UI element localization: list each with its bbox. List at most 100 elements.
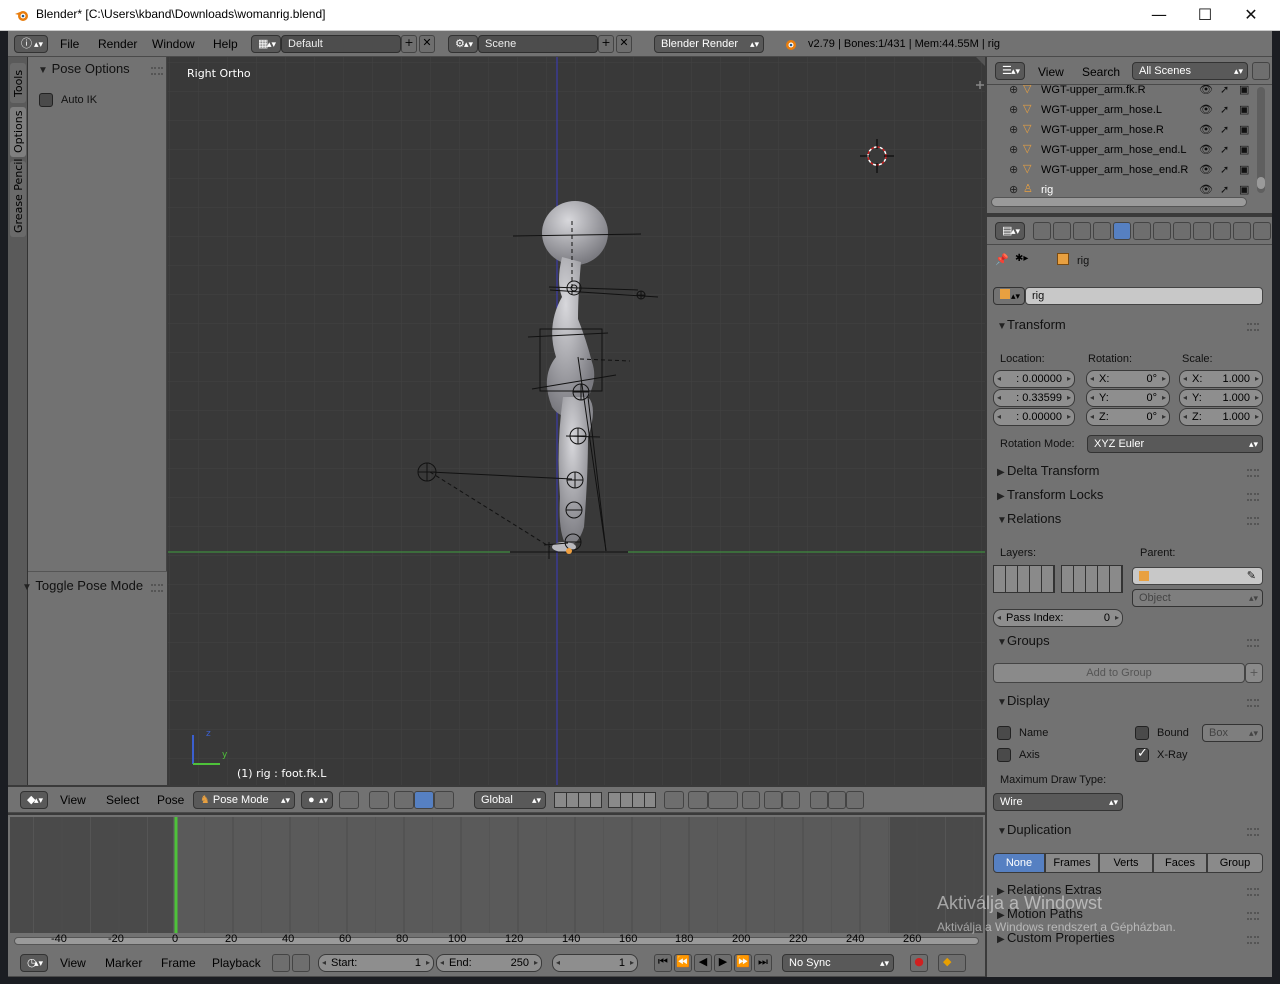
play-icon[interactable]: ▶ <box>714 954 732 972</box>
menu-view[interactable]: View <box>1038 65 1064 79</box>
render-tab-icon[interactable] <box>1033 222 1051 240</box>
scale-manipulator-icon[interactable] <box>434 791 454 809</box>
toggle-pose-mode-header[interactable]: ▼ Toggle Pose Mode <box>22 578 163 600</box>
drag-grip-icon[interactable] <box>151 584 163 592</box>
drag-grip-icon[interactable] <box>1247 912 1259 920</box>
drag-grip-icon[interactable] <box>1247 639 1259 647</box>
outliner-row[interactable]: ⊕ ▽ WGT-upper_arm.fk.R 👁 ➚ ▣ <box>987 85 1257 101</box>
location-field[interactable]: ◂: 0.33599 ▸ <box>993 389 1075 407</box>
object-name-field[interactable]: rig <box>1025 287 1263 305</box>
end-frame-field[interactable]: ◂ End: 250 ▸ <box>436 954 542 972</box>
layer-buttons-b[interactable] <box>608 792 656 808</box>
properties-editor[interactable]: 📌 ✱▸ rig ▴▾ rig ▼Transform Location: Rot… <box>987 245 1272 977</box>
display-name-checkbox[interactable] <box>997 726 1011 740</box>
selectability-cursor-icon[interactable]: ➚ <box>1220 183 1229 196</box>
pivot-point-icon[interactable] <box>339 791 359 809</box>
outliner-scrollbar-thumb[interactable] <box>1257 177 1265 189</box>
search-icon[interactable] <box>1252 62 1270 80</box>
visibility-eye-icon[interactable]: 👁 <box>1199 163 1213 176</box>
pass-index-field[interactable]: ◂ Pass Index: 0 ▸ <box>993 609 1123 627</box>
menu-file[interactable]: File <box>60 37 79 51</box>
expand-plus-icon[interactable]: ⊕ <box>1009 163 1018 176</box>
selectability-cursor-icon[interactable]: ➚ <box>1220 103 1229 116</box>
menu-pose[interactable]: Pose <box>157 793 184 807</box>
keying-set-icon[interactable]: ◆ <box>938 954 966 972</box>
minimize-button[interactable]: — <box>1136 0 1182 30</box>
visibility-eye-icon[interactable]: 👁 <box>1199 143 1213 156</box>
outliner-row[interactable]: ⊕ ▽ WGT-upper_arm_hose.L 👁 ➚ ▣ <box>987 101 1257 121</box>
display-bound-checkbox[interactable] <box>1135 726 1149 740</box>
drag-grip-icon[interactable] <box>1247 828 1259 836</box>
outliner-item-name[interactable]: WGT-upper_arm_hose.R <box>1041 124 1164 136</box>
visibility-eye-icon[interactable]: 👁 <box>1199 103 1213 116</box>
renderability-camera-icon[interactable]: ▣ <box>1239 183 1249 196</box>
display-xray-checkbox[interactable] <box>1135 746 1149 762</box>
editor-type-properties-button[interactable]: ▤ ▴▾ <box>995 222 1025 240</box>
display-axis-checkbox[interactable] <box>997 748 1011 762</box>
bound-type-dropdown[interactable]: Box ▴▾ <box>1202 724 1263 742</box>
drag-grip-icon[interactable] <box>1247 888 1259 896</box>
data-tab-icon[interactable] <box>1173 222 1191 240</box>
mode-dropdown[interactable]: ♞ Pose Mode ▴▾ <box>193 791 295 809</box>
snap-element-icon[interactable] <box>708 791 738 809</box>
renderability-camera-icon[interactable]: ▣ <box>1239 103 1249 116</box>
location-field[interactable]: ◂: 0.00000 ▸ <box>993 370 1075 388</box>
rotate-manipulator-icon[interactable] <box>414 791 434 809</box>
transform-panel-header[interactable]: ▼Transform <box>997 317 1265 339</box>
outliner-row[interactable]: ⊕ ▽ WGT-upper_arm_hose_end.L 👁 ➚ ▣ <box>987 141 1257 161</box>
expand-plus-icon[interactable]: ⊕ <box>1009 143 1018 156</box>
translate-manipulator-icon[interactable] <box>394 791 414 809</box>
screen-layout-field[interactable]: Default <box>281 35 401 53</box>
display-panel-header[interactable]: ▼Display <box>997 693 1265 715</box>
object-datablock-button[interactable]: ▴▾ <box>993 287 1025 305</box>
layer-buttons-a[interactable] <box>554 792 602 808</box>
texture-tab-icon[interactable] <box>1233 222 1251 240</box>
object-tab-icon[interactable] <box>1113 222 1131 240</box>
add-layout-icon[interactable]: + <box>401 35 417 53</box>
scale-field[interactable]: ◂ Y: 1.000 ▸ <box>1179 389 1263 407</box>
visibility-eye-icon[interactable]: 👁 <box>1199 85 1213 96</box>
transform-orientation-dropdown[interactable]: Global ▴▾ <box>474 791 546 809</box>
selectability-cursor-icon[interactable]: ➚ <box>1220 85 1229 96</box>
menu-view[interactable]: View <box>60 956 86 970</box>
selectability-cursor-icon[interactable]: ➚ <box>1220 123 1229 136</box>
world-tab-icon[interactable] <box>1093 222 1111 240</box>
location-field[interactable]: ◂: 0.00000 ▸ <box>993 408 1075 426</box>
auto-ik-checkbox[interactable] <box>39 93 53 107</box>
drag-grip-icon[interactable] <box>1247 699 1259 707</box>
renderability-camera-icon[interactable]: ▣ <box>1239 85 1249 96</box>
viewport-shading-dropdown[interactable]: ● ▴▾ <box>301 791 333 809</box>
remove-layout-icon[interactable]: ✕ <box>419 35 435 53</box>
sync-mode-dropdown[interactable]: No Sync ▴▾ <box>782 954 894 972</box>
parent-type-dropdown[interactable]: Object ▴▾ <box>1132 589 1263 607</box>
expand-plus-icon[interactable]: ⊕ <box>1009 103 1018 116</box>
duplication-faces-button[interactable]: Faces <box>1153 853 1207 873</box>
delta-transform-panel-header[interactable]: ▶ Delta Transform <box>997 463 1265 485</box>
groups-panel-header[interactable]: ▼Groups <box>997 633 1265 655</box>
viewport-canvas[interactable] <box>168 57 985 785</box>
play-reverse-icon[interactable]: ◀ <box>694 954 712 972</box>
scene-tab-icon[interactable] <box>1073 222 1091 240</box>
layer-grid-a[interactable] <box>993 565 1055 593</box>
rotation-field[interactable]: ◂ Y: 0° ▸ <box>1086 389 1170 407</box>
duplication-verts-button[interactable]: Verts <box>1099 853 1153 873</box>
outliner-row[interactable]: ⊕ ▽ WGT-upper_arm_hose.R 👁 ➚ ▣ <box>987 121 1257 141</box>
menu-window[interactable]: Window <box>152 37 195 51</box>
renderability-camera-icon[interactable]: ▣ <box>1239 143 1249 156</box>
menu-playback[interactable]: Playback <box>212 956 261 970</box>
paste-flipped-icon[interactable] <box>846 791 864 809</box>
copy-icon[interactable] <box>810 791 828 809</box>
armature-layers-icon[interactable] <box>664 791 684 809</box>
jump-keyframe-back-icon[interactable]: ⏪ <box>674 954 692 972</box>
renderability-camera-icon[interactable]: ▣ <box>1239 123 1249 136</box>
editor-type-outliner-button[interactable]: ☰ ▴▾ <box>995 62 1025 80</box>
snap-toggle-icon[interactable] <box>742 791 760 809</box>
render-still-icon[interactable] <box>764 791 782 809</box>
outliner-item-name[interactable]: WGT-upper_arm_hose_end.L <box>1041 144 1187 156</box>
render-engine-dropdown[interactable]: Blender Render ▴▾ <box>654 35 764 53</box>
duplication-group-button[interactable]: Group <box>1207 853 1263 873</box>
remove-scene-icon[interactable]: ✕ <box>616 35 632 53</box>
rotation-mode-dropdown[interactable]: XYZ Euler ▴▾ <box>1087 435 1263 453</box>
menu-search[interactable]: Search <box>1082 65 1120 79</box>
close-button[interactable]: ✕ <box>1228 0 1274 30</box>
